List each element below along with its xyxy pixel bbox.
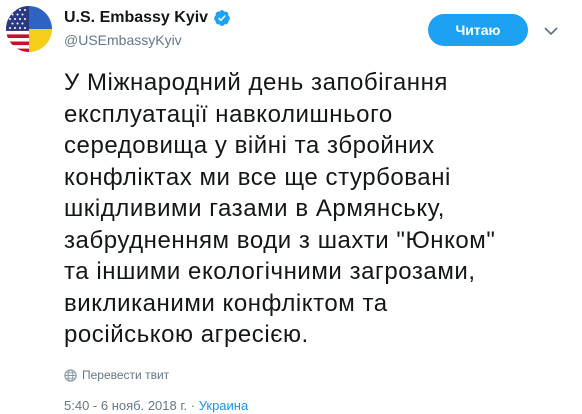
avatar[interactable]: [6, 6, 52, 52]
translate-label: Перевести твит: [82, 368, 170, 382]
us-ukraine-flag-avatar: [6, 6, 52, 52]
tweet-timestamp[interactable]: 5:40 - 6 нояб. 2018 г.: [64, 398, 187, 413]
tweet-card: U.S. Embassy Kyiv @USEmbassyKyiv Читаю У…: [0, 0, 582, 414]
tweet-metadata: 5:40 - 6 нояб. 2018 г. · Украина: [64, 398, 248, 413]
tweet-location[interactable]: Украина: [199, 398, 249, 413]
globe-icon: [64, 368, 77, 382]
verified-badge-icon: [213, 9, 231, 27]
author-display-name[interactable]: U.S. Embassy Kyiv: [64, 9, 208, 27]
tweet-text: У Міжнародний день запобігання експлуата…: [64, 69, 496, 348]
following-button[interactable]: Читаю: [428, 14, 528, 46]
translate-tweet-link[interactable]: Перевести твит: [64, 368, 169, 382]
author-handle[interactable]: @USEmbassyKyiv: [64, 32, 182, 48]
location-separator: ·: [190, 398, 199, 413]
author-name-row: U.S. Embassy Kyiv: [64, 9, 231, 27]
chevron-down-icon[interactable]: [540, 20, 562, 42]
